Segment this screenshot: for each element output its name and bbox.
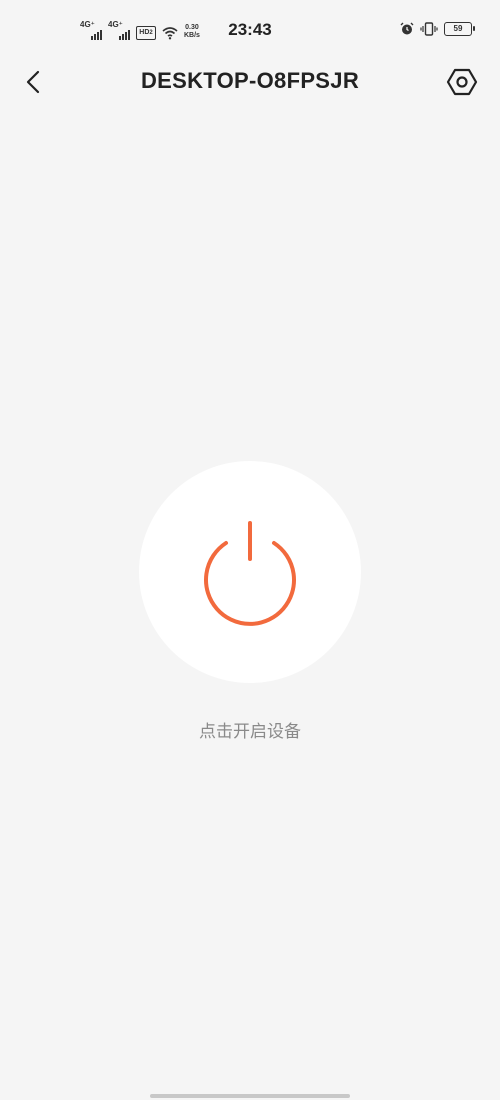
app-header: DESKTOP-O8FPSJR [0,60,500,104]
status-bar-right: 59 [400,22,475,36]
power-button[interactable] [139,461,361,683]
battery-icon: 59 [444,22,475,36]
hexagon-settings-icon [446,68,478,96]
back-button[interactable] [20,68,48,96]
battery-level: 59 [453,24,463,33]
power-hint-text: 点击开启设备 [199,722,301,741]
status-bar: 4G⁺ 4G⁺ HD2 0.30 KB/s 23:43 59 [0,0,500,60]
page-title: DESKTOP-O8FPSJR [140,68,360,93]
settings-button[interactable] [446,66,478,98]
vibrate-icon [420,22,438,36]
chevron-left-icon [26,70,40,94]
home-indicator[interactable] [150,1094,350,1098]
alarm-icon [400,22,414,35]
power-icon [204,521,296,626]
